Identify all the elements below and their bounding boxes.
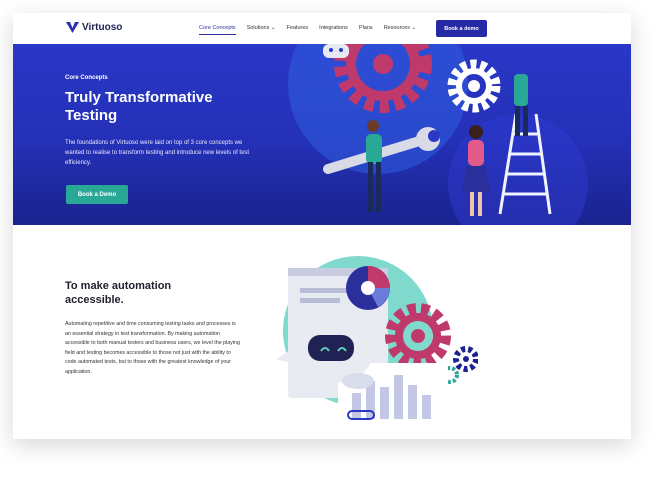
hero-section: Core Concepts Truly Transformative Testi…	[13, 44, 631, 225]
nav-item-integrations[interactable]: Integrations	[319, 25, 348, 35]
book-demo-nav-button[interactable]: Book a demo	[436, 20, 487, 37]
small-gear-icon	[447, 59, 501, 113]
nav-item-resources[interactable]: Resources ⌄	[384, 25, 416, 35]
virtuoso-logo-icon	[66, 22, 79, 33]
book-demo-hero-button[interactable]: Book a Demo	[66, 185, 128, 204]
nav-menu: Core Concepts Solutions ⌄ Features Integ…	[199, 25, 416, 35]
hero-title: Truly Transformative Testing	[65, 89, 213, 124]
section-title: To make automation accessible.	[65, 280, 172, 306]
section-description: Automating repetitive and time consuming…	[65, 321, 240, 375]
pie-chart-icon	[346, 266, 390, 310]
hero-illustration	[288, 44, 588, 225]
browser-frame: Virtuoso Core Concepts Solutions ⌄ Featu…	[13, 13, 631, 439]
nav-item-solutions[interactable]: Solutions ⌄	[247, 25, 276, 35]
nav-item-features[interactable]: Features	[286, 25, 308, 35]
brand-name: Virtuoso	[82, 22, 123, 33]
navy-gear-icon	[453, 346, 478, 372]
nav-item-plans[interactable]: Plans	[359, 25, 373, 35]
robot-icon	[323, 44, 349, 58]
top-nav: Virtuoso Core Concepts Solutions ⌄ Featu…	[13, 13, 631, 44]
logo[interactable]: Virtuoso	[66, 22, 122, 33]
hero-description: The foundations of Virtuoso were laid on…	[65, 140, 250, 166]
hero-eyebrow: Core Concepts	[65, 75, 108, 81]
nav-item-core-concepts[interactable]: Core Concepts	[199, 25, 236, 35]
automation-illustration	[276, 256, 478, 423]
